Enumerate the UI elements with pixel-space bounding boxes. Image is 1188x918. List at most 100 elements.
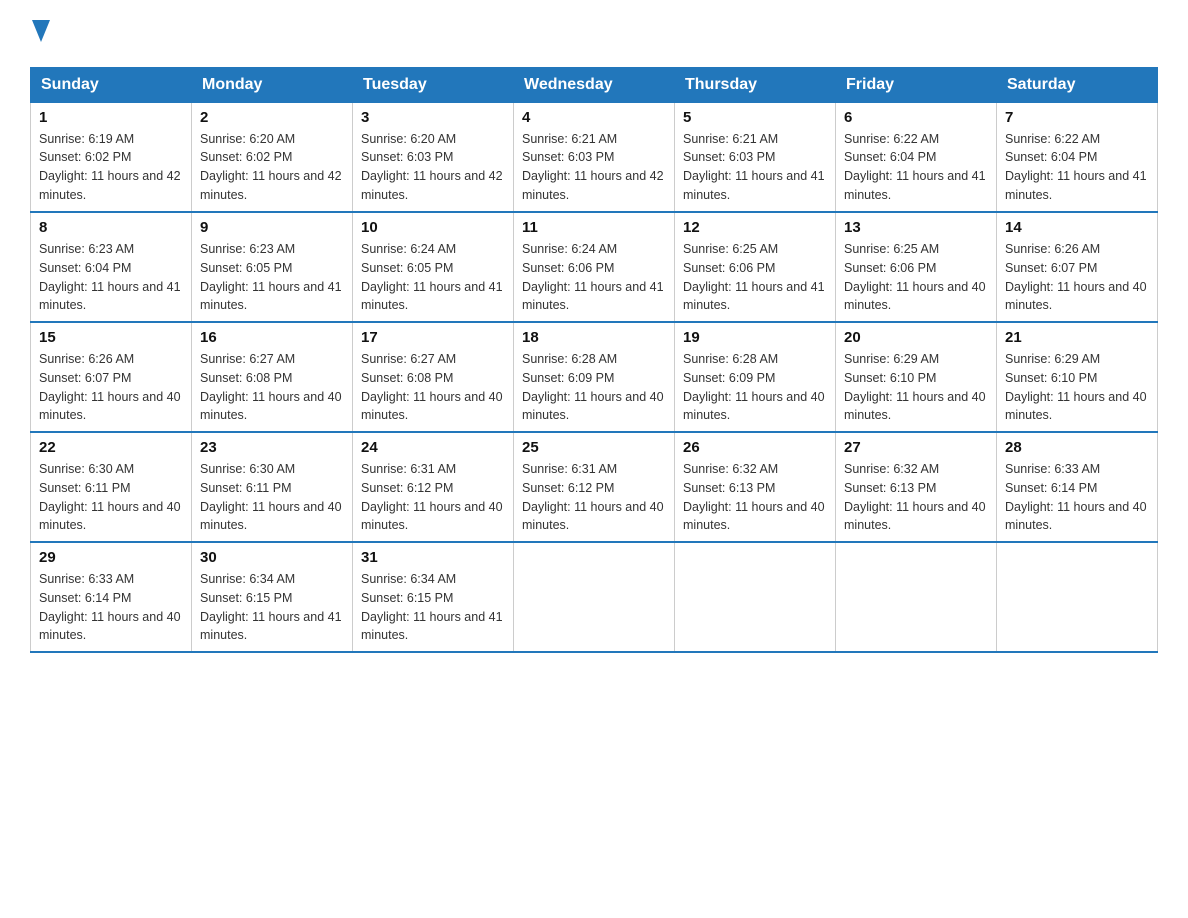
day-number: 3 — [361, 109, 505, 126]
day-info: Sunrise: 6:26 AMSunset: 6:07 PMDaylight:… — [39, 350, 183, 425]
day-number: 29 — [39, 549, 183, 566]
day-info: Sunrise: 6:24 AMSunset: 6:05 PMDaylight:… — [361, 240, 505, 315]
calendar-cell — [675, 542, 836, 652]
logo-arrow-icon — [32, 20, 50, 42]
calendar-cell: 25 Sunrise: 6:31 AMSunset: 6:12 PMDaylig… — [514, 432, 675, 542]
calendar-cell: 4 Sunrise: 6:21 AMSunset: 6:03 PMDayligh… — [514, 102, 675, 212]
day-number: 28 — [1005, 439, 1149, 456]
day-number: 25 — [522, 439, 666, 456]
day-info: Sunrise: 6:24 AMSunset: 6:06 PMDaylight:… — [522, 240, 666, 315]
calendar-cell: 16 Sunrise: 6:27 AMSunset: 6:08 PMDaylig… — [192, 322, 353, 432]
day-number: 10 — [361, 219, 505, 236]
day-number: 20 — [844, 329, 988, 346]
day-number: 11 — [522, 219, 666, 236]
day-number: 1 — [39, 109, 183, 126]
calendar-cell: 3 Sunrise: 6:20 AMSunset: 6:03 PMDayligh… — [353, 102, 514, 212]
day-number: 21 — [1005, 329, 1149, 346]
day-info: Sunrise: 6:28 AMSunset: 6:09 PMDaylight:… — [683, 350, 827, 425]
day-number: 24 — [361, 439, 505, 456]
calendar-body: 1 Sunrise: 6:19 AMSunset: 6:02 PMDayligh… — [31, 102, 1158, 652]
calendar-cell — [514, 542, 675, 652]
day-number: 23 — [200, 439, 344, 456]
day-info: Sunrise: 6:33 AMSunset: 6:14 PMDaylight:… — [39, 570, 183, 645]
logo — [30, 20, 50, 47]
calendar-cell: 6 Sunrise: 6:22 AMSunset: 6:04 PMDayligh… — [836, 102, 997, 212]
day-info: Sunrise: 6:32 AMSunset: 6:13 PMDaylight:… — [844, 460, 988, 535]
day-number: 16 — [200, 329, 344, 346]
day-number: 14 — [1005, 219, 1149, 236]
day-info: Sunrise: 6:26 AMSunset: 6:07 PMDaylight:… — [1005, 240, 1149, 315]
calendar-cell: 12 Sunrise: 6:25 AMSunset: 6:06 PMDaylig… — [675, 212, 836, 322]
calendar-cell: 13 Sunrise: 6:25 AMSunset: 6:06 PMDaylig… — [836, 212, 997, 322]
calendar-cell: 31 Sunrise: 6:34 AMSunset: 6:15 PMDaylig… — [353, 542, 514, 652]
header-saturday: Saturday — [997, 67, 1158, 102]
calendar-cell: 1 Sunrise: 6:19 AMSunset: 6:02 PMDayligh… — [31, 102, 192, 212]
calendar-cell: 11 Sunrise: 6:24 AMSunset: 6:06 PMDaylig… — [514, 212, 675, 322]
calendar-cell: 22 Sunrise: 6:30 AMSunset: 6:11 PMDaylig… — [31, 432, 192, 542]
calendar-cell: 28 Sunrise: 6:33 AMSunset: 6:14 PMDaylig… — [997, 432, 1158, 542]
calendar-cell — [836, 542, 997, 652]
day-number: 26 — [683, 439, 827, 456]
calendar-cell: 18 Sunrise: 6:28 AMSunset: 6:09 PMDaylig… — [514, 322, 675, 432]
calendar-cell: 7 Sunrise: 6:22 AMSunset: 6:04 PMDayligh… — [997, 102, 1158, 212]
day-number: 2 — [200, 109, 344, 126]
day-info: Sunrise: 6:20 AMSunset: 6:02 PMDaylight:… — [200, 130, 344, 205]
header-friday: Friday — [836, 67, 997, 102]
day-info: Sunrise: 6:19 AMSunset: 6:02 PMDaylight:… — [39, 130, 183, 205]
day-info: Sunrise: 6:22 AMSunset: 6:04 PMDaylight:… — [844, 130, 988, 205]
page-header — [30, 20, 1158, 47]
day-number: 4 — [522, 109, 666, 126]
week-row-2: 8 Sunrise: 6:23 AMSunset: 6:04 PMDayligh… — [31, 212, 1158, 322]
week-row-3: 15 Sunrise: 6:26 AMSunset: 6:07 PMDaylig… — [31, 322, 1158, 432]
calendar-cell: 24 Sunrise: 6:31 AMSunset: 6:12 PMDaylig… — [353, 432, 514, 542]
calendar-cell: 17 Sunrise: 6:27 AMSunset: 6:08 PMDaylig… — [353, 322, 514, 432]
header-tuesday: Tuesday — [353, 67, 514, 102]
day-number: 27 — [844, 439, 988, 456]
day-info: Sunrise: 6:31 AMSunset: 6:12 PMDaylight:… — [361, 460, 505, 535]
day-number: 22 — [39, 439, 183, 456]
calendar-cell: 8 Sunrise: 6:23 AMSunset: 6:04 PMDayligh… — [31, 212, 192, 322]
day-info: Sunrise: 6:27 AMSunset: 6:08 PMDaylight:… — [361, 350, 505, 425]
calendar-cell: 21 Sunrise: 6:29 AMSunset: 6:10 PMDaylig… — [997, 322, 1158, 432]
day-number: 19 — [683, 329, 827, 346]
header-sunday: Sunday — [31, 67, 192, 102]
calendar-cell: 10 Sunrise: 6:24 AMSunset: 6:05 PMDaylig… — [353, 212, 514, 322]
day-info: Sunrise: 6:22 AMSunset: 6:04 PMDaylight:… — [1005, 130, 1149, 205]
header-monday: Monday — [192, 67, 353, 102]
day-info: Sunrise: 6:32 AMSunset: 6:13 PMDaylight:… — [683, 460, 827, 535]
calendar-header: Sunday Monday Tuesday Wednesday Thursday… — [31, 67, 1158, 102]
day-number: 7 — [1005, 109, 1149, 126]
calendar-cell: 14 Sunrise: 6:26 AMSunset: 6:07 PMDaylig… — [997, 212, 1158, 322]
day-info: Sunrise: 6:34 AMSunset: 6:15 PMDaylight:… — [200, 570, 344, 645]
calendar-table: Sunday Monday Tuesday Wednesday Thursday… — [30, 67, 1158, 654]
week-row-1: 1 Sunrise: 6:19 AMSunset: 6:02 PMDayligh… — [31, 102, 1158, 212]
header-thursday: Thursday — [675, 67, 836, 102]
day-info: Sunrise: 6:25 AMSunset: 6:06 PMDaylight:… — [683, 240, 827, 315]
day-number: 30 — [200, 549, 344, 566]
calendar-cell: 9 Sunrise: 6:23 AMSunset: 6:05 PMDayligh… — [192, 212, 353, 322]
day-info: Sunrise: 6:20 AMSunset: 6:03 PMDaylight:… — [361, 130, 505, 205]
calendar-cell: 30 Sunrise: 6:34 AMSunset: 6:15 PMDaylig… — [192, 542, 353, 652]
week-row-4: 22 Sunrise: 6:30 AMSunset: 6:11 PMDaylig… — [31, 432, 1158, 542]
day-info: Sunrise: 6:28 AMSunset: 6:09 PMDaylight:… — [522, 350, 666, 425]
day-number: 12 — [683, 219, 827, 236]
calendar-cell: 5 Sunrise: 6:21 AMSunset: 6:03 PMDayligh… — [675, 102, 836, 212]
day-number: 18 — [522, 329, 666, 346]
week-row-5: 29 Sunrise: 6:33 AMSunset: 6:14 PMDaylig… — [31, 542, 1158, 652]
calendar-cell: 2 Sunrise: 6:20 AMSunset: 6:02 PMDayligh… — [192, 102, 353, 212]
day-info: Sunrise: 6:34 AMSunset: 6:15 PMDaylight:… — [361, 570, 505, 645]
day-info: Sunrise: 6:23 AMSunset: 6:04 PMDaylight:… — [39, 240, 183, 315]
calendar-cell: 19 Sunrise: 6:28 AMSunset: 6:09 PMDaylig… — [675, 322, 836, 432]
calendar-cell — [997, 542, 1158, 652]
day-info: Sunrise: 6:21 AMSunset: 6:03 PMDaylight:… — [683, 130, 827, 205]
day-number: 17 — [361, 329, 505, 346]
day-number: 13 — [844, 219, 988, 236]
day-info: Sunrise: 6:30 AMSunset: 6:11 PMDaylight:… — [39, 460, 183, 535]
calendar-cell: 23 Sunrise: 6:30 AMSunset: 6:11 PMDaylig… — [192, 432, 353, 542]
header-row: Sunday Monday Tuesday Wednesday Thursday… — [31, 67, 1158, 102]
day-info: Sunrise: 6:29 AMSunset: 6:10 PMDaylight:… — [1005, 350, 1149, 425]
calendar-cell: 29 Sunrise: 6:33 AMSunset: 6:14 PMDaylig… — [31, 542, 192, 652]
day-info: Sunrise: 6:25 AMSunset: 6:06 PMDaylight:… — [844, 240, 988, 315]
day-number: 9 — [200, 219, 344, 236]
calendar-cell: 15 Sunrise: 6:26 AMSunset: 6:07 PMDaylig… — [31, 322, 192, 432]
